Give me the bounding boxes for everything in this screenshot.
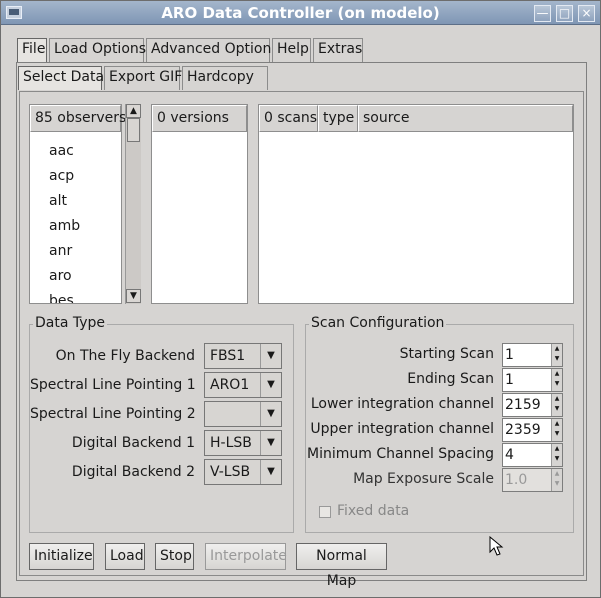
scan-configuration-group: Scan Configuration Starting Scan 1 ▲ ▼ En…	[305, 315, 574, 533]
scans-list[interactable]: 0 scans type source	[258, 104, 574, 304]
spinner-value[interactable]: 1	[505, 347, 514, 363]
tab-advanced-options[interactable]: Advanced Options	[146, 38, 279, 62]
type-header[interactable]: type	[318, 105, 358, 132]
selected-value: ARO1	[210, 377, 250, 393]
tab-load-options[interactable]: Load Options	[49, 38, 146, 62]
observers-list[interactable]: 85 observers aac acp alt amb anr aro bes	[29, 104, 126, 304]
ending-scan-spinner[interactable]: 1 ▲ ▼	[502, 368, 563, 392]
digital-backend-2-label: Digital Backend 2	[71, 464, 195, 480]
spinner-value[interactable]: 2159	[505, 397, 541, 413]
upper-integration-channel-label: Upper integration channel	[310, 421, 494, 437]
stop-button[interactable]: Stop	[155, 543, 194, 570]
spectral-line-pointing-2-select[interactable]: ▼	[204, 401, 282, 427]
scroll-up-icon[interactable]: ▲	[126, 104, 141, 118]
normal-map-button[interactable]: Normal Map	[296, 543, 387, 589]
observers-scrollbar[interactable]: ▲ ▼	[125, 104, 141, 304]
fixed-data-label: Fixed data	[337, 503, 410, 519]
map-exposure-scale-spinner: 1.0 ▲ ▼	[502, 468, 563, 492]
chevron-down-icon[interactable]: ▼	[260, 344, 281, 368]
chevron-down-icon[interactable]: ▼	[260, 402, 281, 426]
selected-value: V-LSB	[210, 464, 251, 480]
list-item[interactable]: aro	[49, 268, 72, 293]
minimize-icon[interactable]: —	[534, 5, 551, 22]
initialize-button[interactable]: Initialize	[29, 543, 94, 570]
observers-header[interactable]: 85 observers	[30, 105, 126, 132]
list-item[interactable]: amb	[49, 218, 80, 243]
upper-integration-channel-spinner[interactable]: 2359 ▲ ▼	[502, 418, 563, 442]
spinner-value[interactable]: 1	[505, 372, 514, 388]
lower-integration-channel-label: Lower integration channel	[310, 396, 494, 412]
maximize-icon[interactable]: □	[556, 5, 573, 22]
fixed-data-checkbox	[319, 506, 331, 518]
application-window: ARO Data Controller (on modelo) — □ × Fi…	[0, 0, 601, 598]
interpolate-button: Interpolate	[205, 543, 287, 570]
tab-hardcopy[interactable]: Hardcopy	[182, 66, 268, 90]
tab-export-gif[interactable]: Export GIF	[104, 66, 182, 90]
on-the-fly-backend-select[interactable]: FBS1 ▼	[204, 343, 282, 369]
versions-list[interactable]: 0 versions	[151, 104, 248, 304]
lower-integration-channel-spinner[interactable]: 2159 ▲ ▼	[502, 393, 563, 417]
digital-backend-1-select[interactable]: H-LSB ▼	[204, 430, 282, 456]
tab-extras[interactable]: Extras	[313, 38, 363, 62]
title-bar[interactable]: ARO Data Controller (on modelo) — □ ×	[1, 1, 600, 25]
spin-arrows-icon[interactable]: ▲ ▼	[551, 394, 562, 416]
source-header[interactable]: source	[358, 105, 573, 132]
spinner-value[interactable]: 2359	[505, 422, 541, 438]
window-title: ARO Data Controller (on modelo)	[161, 4, 440, 22]
spinner-value[interactable]: 4	[505, 447, 514, 463]
scans-header[interactable]: 0 scans	[259, 105, 318, 132]
digital-backend-1-label: Digital Backend 1	[71, 435, 195, 451]
tab-file[interactable]: File	[17, 38, 47, 62]
scroll-thumb[interactable]	[127, 118, 140, 142]
spectral-line-pointing-2-label: Spectral Line Pointing 2	[30, 406, 196, 422]
spin-arrows-icon[interactable]: ▲ ▼	[551, 369, 562, 391]
spin-arrows-icon[interactable]: ▲ ▼	[551, 344, 562, 366]
spin-arrows-icon: ▲ ▼	[551, 469, 562, 491]
tab-help[interactable]: Help	[272, 38, 311, 62]
spinner-value: 1.0	[505, 472, 528, 488]
mouse-pointer-icon	[489, 536, 504, 556]
spin-arrows-icon[interactable]: ▲ ▼	[551, 419, 562, 441]
selected-value: H-LSB	[210, 435, 252, 451]
selected-value: FBS1	[210, 348, 246, 364]
close-icon[interactable]: ×	[578, 5, 595, 22]
select-data-panel: 85 observers aac acp alt amb anr aro bes…	[19, 91, 584, 589]
minimum-channel-spacing-label: Minimum Channel Spacing	[307, 446, 494, 462]
chevron-down-icon[interactable]: ▼	[260, 460, 281, 484]
load-button[interactable]: Load	[105, 543, 145, 570]
data-type-group: Data Type On The Fly Backend FBS1 ▼ Spec…	[29, 315, 294, 533]
digital-backend-2-select[interactable]: V-LSB ▼	[204, 459, 282, 485]
on-the-fly-backend-label: On The Fly Backend	[55, 348, 195, 364]
ending-scan-label: Ending Scan	[407, 371, 494, 387]
starting-scan-label: Starting Scan	[399, 346, 494, 362]
map-exposure-scale-label: Map Exposure Scale	[353, 471, 494, 487]
list-item[interactable]: alt	[49, 193, 67, 218]
chevron-down-icon[interactable]: ▼	[260, 431, 281, 455]
scan-configuration-title: Scan Configuration	[309, 315, 447, 331]
list-item[interactable]: aac	[49, 143, 74, 168]
scroll-down-icon[interactable]: ▼	[126, 289, 141, 303]
list-item[interactable]: anr	[49, 243, 72, 268]
spectral-line-pointing-1-select[interactable]: ARO1 ▼	[204, 372, 282, 398]
spectral-line-pointing-1-label: Spectral Line Pointing 1	[30, 377, 196, 393]
chevron-down-icon[interactable]: ▼	[260, 373, 281, 397]
list-item[interactable]: acp	[49, 168, 74, 193]
tab-select-data[interactable]: Select Data	[18, 66, 104, 90]
minimum-channel-spacing-spinner[interactable]: 4 ▲ ▼	[502, 443, 563, 467]
starting-scan-spinner[interactable]: 1 ▲ ▼	[502, 343, 563, 367]
list-item[interactable]: bes	[49, 293, 74, 303]
spin-arrows-icon[interactable]: ▲ ▼	[551, 444, 562, 466]
data-type-title: Data Type	[33, 315, 108, 331]
versions-header[interactable]: 0 versions	[152, 105, 247, 132]
